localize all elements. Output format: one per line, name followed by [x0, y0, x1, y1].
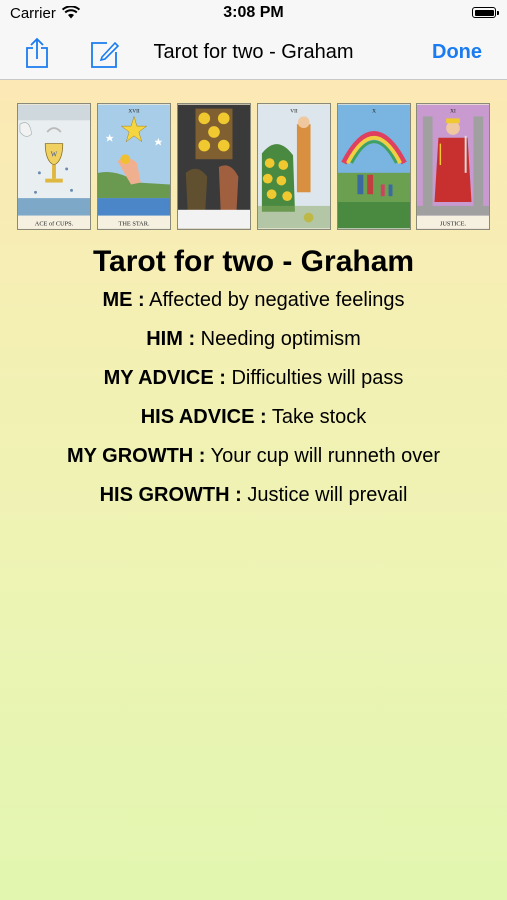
- reading-line-his-advice: HIS ADVICE : Take stock: [0, 398, 507, 437]
- card-caption: THE STAR.: [118, 220, 149, 227]
- tarot-card-ace-of-cups[interactable]: W ACE of CUPS.: [17, 103, 91, 230]
- svg-text:VII: VII: [290, 109, 298, 115]
- tarot-card-the-star[interactable]: XVII THE STAR.: [97, 103, 171, 230]
- reading-line-him: HIM : Needing optimism: [0, 320, 507, 359]
- tarot-card-five-of-pentacles[interactable]: [177, 103, 251, 230]
- line-value: Your cup will runneth over: [205, 445, 441, 467]
- card-caption: JUSTICE.: [440, 220, 467, 227]
- line-label: HIS ADVICE :: [140, 406, 267, 428]
- nav-title: Tarot for two - Graham: [153, 41, 354, 63]
- reading-line-my-advice: MY ADVICE : Difficulties will pass: [0, 359, 507, 398]
- card-spread: W ACE of CUPS. XVII THE STAR. VII X XI J…: [17, 103, 490, 230]
- reading-content: W ACE of CUPS. XVII THE STAR. VII X XI J…: [0, 80, 507, 900]
- tarot-card-seven-of-pentacles[interactable]: VII: [257, 103, 331, 230]
- svg-text:XI: XI: [450, 109, 456, 115]
- svg-text:X: X: [372, 109, 376, 115]
- status-bar: Carrier 3:08 PM: [0, 0, 507, 28]
- line-label: ME :: [102, 289, 145, 311]
- svg-text:W: W: [51, 151, 58, 158]
- reading-panel: Tarot for two - Graham ME : Affected by …: [0, 243, 507, 515]
- clock: 3:08 PM: [223, 4, 284, 21]
- battery-icon: [472, 7, 499, 18]
- reading-title: Tarot for two - Graham: [92, 245, 415, 278]
- svg-text:XVII: XVII: [128, 109, 139, 115]
- line-label: MY ADVICE :: [103, 367, 226, 389]
- line-label: MY GROWTH :: [66, 445, 206, 467]
- tarot-card-justice[interactable]: XI JUSTICE.: [416, 103, 490, 230]
- line-value: Needing optimism: [195, 328, 361, 350]
- line-value: Take stock: [266, 406, 367, 428]
- line-label: HIS GROWTH :: [99, 484, 242, 506]
- reading-line-his-growth: HIS GROWTH : Justice will prevail: [0, 476, 507, 515]
- line-value: Affected by negative feelings: [144, 289, 405, 311]
- line-label: HIM :: [146, 328, 196, 350]
- tarot-card-ten-of-cups[interactable]: X: [337, 103, 411, 230]
- line-value: Justice will prevail: [241, 484, 408, 506]
- reading-line-me: ME : Affected by negative feelings: [0, 281, 507, 320]
- reading-line-my-growth: MY GROWTH : Your cup will runneth over: [0, 437, 507, 476]
- done-button[interactable]: Done: [432, 41, 482, 64]
- navigation-bar: Tarot for two - Graham Done: [0, 28, 507, 80]
- line-value: Difficulties will pass: [225, 367, 404, 389]
- card-caption: ACE of CUPS.: [35, 220, 74, 227]
